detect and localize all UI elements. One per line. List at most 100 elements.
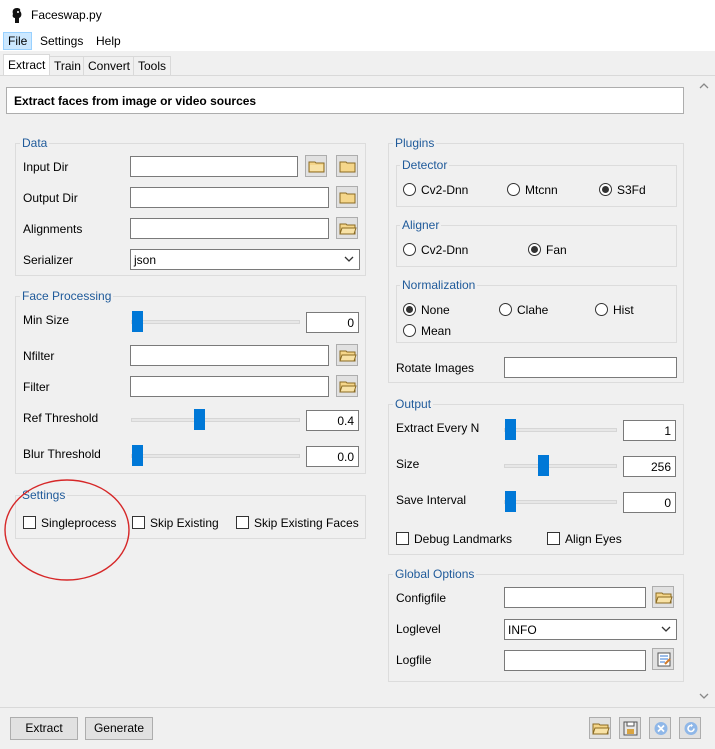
configfile-label: Configfile xyxy=(396,591,447,605)
loglevel-value: INFO xyxy=(508,623,537,637)
size-field[interactable]: 256 xyxy=(623,456,676,477)
serializer-select[interactable]: json xyxy=(130,249,360,270)
reload-config-button[interactable] xyxy=(679,717,701,739)
save-interval-slider-thumb[interactable] xyxy=(505,491,516,512)
ref-threshold-slider-track[interactable] xyxy=(131,418,300,422)
folder-open-icon xyxy=(339,381,357,393)
extract-button[interactable]: Extract xyxy=(10,717,78,740)
folder-icon xyxy=(339,161,356,173)
clear-config-button[interactable] xyxy=(649,717,671,739)
face-processing-title: Face Processing xyxy=(20,289,114,303)
detector-s3fd-radio[interactable] xyxy=(599,183,612,196)
extract-every-n-slider-thumb[interactable] xyxy=(505,419,516,440)
folder-open-icon xyxy=(339,223,357,235)
configfile-field[interactable] xyxy=(504,587,646,608)
logfile-label: Logfile xyxy=(396,653,432,667)
command-info-box: Extract faces from image or video source… xyxy=(6,87,684,114)
size-label: Size xyxy=(396,457,420,471)
scroll-up-icon[interactable] xyxy=(699,81,709,91)
blur-threshold-slider-thumb[interactable] xyxy=(132,445,143,466)
skip-existing-faces-checkbox[interactable] xyxy=(236,516,249,529)
detector-mtcnn-label: Mtcnn xyxy=(525,183,558,197)
save-interval-field[interactable]: 0 xyxy=(623,492,676,513)
chevron-down-icon xyxy=(661,626,671,632)
detector-s3fd-label: S3Fd xyxy=(617,183,646,197)
rotate-images-field[interactable] xyxy=(504,357,677,378)
tab-extract[interactable]: Extract xyxy=(3,54,51,77)
normalization-none-label: None xyxy=(421,303,450,317)
min-size-slider-track[interactable] xyxy=(131,320,300,324)
filter-field[interactable] xyxy=(130,376,329,397)
save-interval-slider-track[interactable] xyxy=(504,500,617,504)
tab-tools[interactable]: Tools xyxy=(133,56,172,76)
debug-landmarks-checkbox[interactable] xyxy=(396,532,409,545)
tab-convert[interactable]: Convert xyxy=(83,56,136,76)
save-interval-label: Save Interval xyxy=(396,493,467,507)
tab-train[interactable]: Train xyxy=(49,56,86,76)
menu-settings[interactable]: Settings xyxy=(36,32,87,50)
clear-icon xyxy=(654,722,668,735)
min-size-slider-thumb[interactable] xyxy=(132,311,143,332)
blur-threshold-slider-track[interactable] xyxy=(131,454,300,458)
logfile-field[interactable] xyxy=(504,650,646,671)
configfile-browse-button[interactable] xyxy=(652,586,674,608)
save-icon xyxy=(623,721,638,736)
menu-file[interactable]: File xyxy=(3,32,33,50)
load-config-button[interactable] xyxy=(589,717,611,739)
skip-existing-checkbox[interactable] xyxy=(132,516,145,529)
align-eyes-label: Align Eyes xyxy=(565,532,622,546)
normalization-mean-radio[interactable] xyxy=(403,324,416,337)
folder-open-icon xyxy=(339,350,357,362)
size-slider-track[interactable] xyxy=(504,464,617,468)
normalization-hist-radio[interactable] xyxy=(595,303,608,316)
normalization-clahe-label: Clahe xyxy=(517,303,549,317)
extract-every-n-slider-track[interactable] xyxy=(504,428,617,432)
detector-title: Detector xyxy=(400,158,450,172)
blur-threshold-field[interactable]: 0.0 xyxy=(306,446,359,467)
aligner-fan-radio[interactable] xyxy=(528,243,541,256)
scroll-down-icon[interactable] xyxy=(699,691,709,701)
align-eyes-checkbox[interactable] xyxy=(547,532,560,545)
detector-mtcnn-radio[interactable] xyxy=(507,183,520,196)
normalization-none-radio[interactable] xyxy=(403,303,416,316)
generate-button[interactable]: Generate xyxy=(85,717,153,740)
normalization-clahe-radio[interactable] xyxy=(499,303,512,316)
filter-label: Filter xyxy=(23,380,50,394)
nfilter-label: Nfilter xyxy=(23,349,55,363)
save-config-button[interactable] xyxy=(619,717,641,739)
alignments-label: Alignments xyxy=(23,222,83,236)
input-dir-field[interactable] xyxy=(130,156,298,177)
input-dir-browse-folder-button[interactable] xyxy=(305,155,327,177)
annotation-circle xyxy=(4,479,130,581)
normalization-mean-label: Mean xyxy=(421,324,452,338)
aligner-title: Aligner xyxy=(400,218,442,232)
skip-existing-label: Skip Existing xyxy=(150,516,219,530)
extract-every-n-field[interactable]: 1 xyxy=(623,420,676,441)
ref-threshold-slider-thumb[interactable] xyxy=(194,409,205,430)
size-slider-thumb[interactable] xyxy=(538,455,549,476)
logfile-browse-button[interactable] xyxy=(652,648,674,670)
input-dir-browse-file-button[interactable] xyxy=(336,155,358,177)
filter-browse-button[interactable] xyxy=(336,375,358,397)
global-options-title: Global Options xyxy=(393,567,477,581)
alignments-browse-button[interactable] xyxy=(336,217,358,239)
nfilter-browse-button[interactable] xyxy=(336,344,358,366)
output-dir-browse-button[interactable] xyxy=(336,186,358,208)
folder-icon xyxy=(339,192,356,204)
menu-help[interactable]: Help xyxy=(92,32,125,50)
alignments-field[interactable] xyxy=(130,218,329,239)
output-dir-field[interactable] xyxy=(130,187,329,208)
detector-cv2-dnn-label: Cv2-Dnn xyxy=(421,183,469,197)
debug-landmarks-label: Debug Landmarks xyxy=(414,532,513,546)
min-size-field[interactable]: 0 xyxy=(306,312,359,333)
blur-threshold-label: Blur Threshold xyxy=(23,447,101,461)
normalization-title: Normalization xyxy=(400,278,478,292)
loglevel-select[interactable]: INFO xyxy=(504,619,677,640)
ref-threshold-field[interactable]: 0.4 xyxy=(306,410,359,431)
nfilter-field[interactable] xyxy=(130,345,329,366)
detector-cv2-dnn-radio[interactable] xyxy=(403,183,416,196)
tab-bar: Extract Train Convert Tools xyxy=(0,51,715,77)
aligner-cv2-dnn-radio[interactable] xyxy=(403,243,416,256)
title-bar: Faceswap.py xyxy=(0,0,715,31)
min-size-label: Min Size xyxy=(23,313,70,327)
